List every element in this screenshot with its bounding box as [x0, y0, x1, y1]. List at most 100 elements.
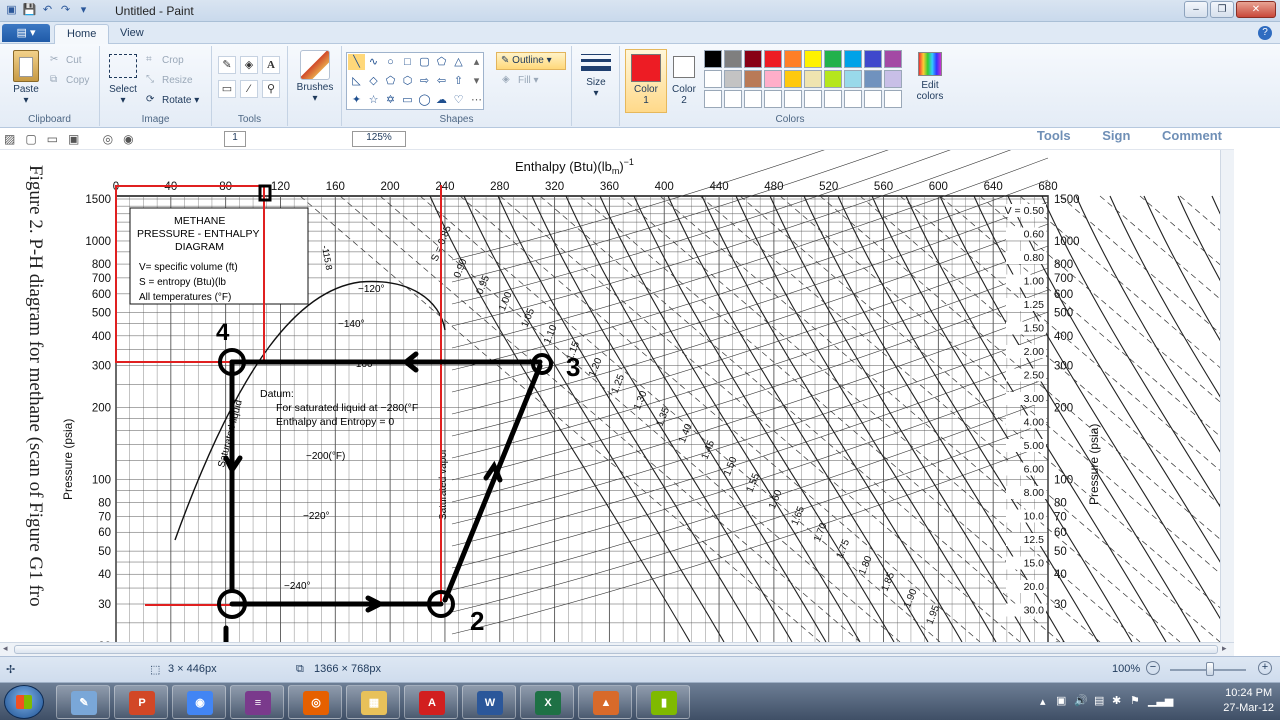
palette-swatch[interactable] — [724, 50, 742, 68]
five-point-star-shape-icon[interactable]: ☆ — [365, 92, 382, 108]
palette-swatch[interactable] — [824, 70, 842, 88]
palette-swatch[interactable] — [724, 70, 742, 88]
copy-button[interactable]: ⧉ Copy — [50, 74, 89, 87]
taskbar-explorer-button[interactable]: ▦ — [346, 685, 400, 719]
palette-swatch[interactable] — [884, 70, 902, 88]
palette-swatch[interactable] — [864, 50, 882, 68]
taskbar-excel-button[interactable]: X — [520, 685, 574, 719]
palette-swatch[interactable] — [784, 90, 802, 108]
redo-icon[interactable]: ↷ — [58, 3, 73, 18]
tab-view[interactable]: View — [108, 24, 156, 44]
device-icon[interactable]: ▤ — [1094, 694, 1104, 707]
taskbar-firefox-button[interactable]: ◎ — [288, 685, 342, 719]
palette-swatch[interactable] — [704, 50, 722, 68]
help-icon[interactable]: ? — [1258, 26, 1272, 40]
fill-bucket-icon[interactable]: ◈ — [240, 56, 258, 74]
right-arrow-shape-icon[interactable]: ⇨ — [416, 73, 433, 89]
scroll-left-icon[interactable]: ◂ — [3, 643, 8, 654]
palette-swatch[interactable] — [804, 70, 822, 88]
save-icon[interactable]: 💾 — [22, 3, 37, 18]
paint-menu-button[interactable]: ▤ ▾ — [2, 24, 50, 42]
close-button[interactable]: ✕ — [1236, 1, 1276, 18]
palette-swatch[interactable] — [784, 70, 802, 88]
palette-swatch[interactable] — [784, 50, 802, 68]
palette-swatch[interactable] — [744, 90, 762, 108]
palette-swatch[interactable] — [704, 70, 722, 88]
palette-swatch[interactable] — [764, 90, 782, 108]
hexagon-shape-icon[interactable]: ⬡ — [399, 73, 416, 89]
size-button[interactable]: Size ▾ — [576, 52, 616, 99]
palette-swatch[interactable] — [764, 70, 782, 88]
rectangle-shape-icon[interactable]: □ — [399, 54, 416, 70]
six-point-star-shape-icon[interactable]: ✡ — [382, 92, 399, 108]
taskbar-word-button[interactable]: W — [462, 685, 516, 719]
cut-button[interactable]: ✂ Cut — [50, 54, 82, 67]
taskbar-matlab-button[interactable]: ▲ — [578, 685, 632, 719]
scroll-right-icon[interactable]: ▸ — [1222, 643, 1227, 654]
magnifier-icon[interactable]: ⚲ — [262, 80, 280, 98]
taskbar-paint-button[interactable]: ✎ — [56, 685, 110, 719]
shapes-scroll-up-icon[interactable]: ▴ — [468, 54, 485, 70]
up-arrow-shape-icon[interactable]: ⇧ — [450, 73, 467, 89]
minimize-button[interactable]: – — [1184, 1, 1208, 18]
eraser-icon[interactable]: ▭ — [218, 80, 236, 98]
taskbar-acrobat-button[interactable]: A — [404, 685, 458, 719]
palette-swatch[interactable] — [704, 90, 722, 108]
palette-swatch[interactable] — [844, 50, 862, 68]
rotate-button[interactable]: ⟳ Rotate ▾ — [146, 94, 199, 107]
line-shape-icon[interactable]: ╲ — [348, 54, 365, 70]
palette-swatch[interactable] — [744, 70, 762, 88]
palette-swatch[interactable] — [864, 90, 882, 108]
left-arrow-shape-icon[interactable]: ⇦ — [433, 73, 450, 89]
select-button[interactable]: Select ▾ — [106, 54, 140, 106]
resize-button[interactable]: ⤡ Resize — [146, 74, 193, 87]
oval-shape-icon[interactable]: ○ — [382, 54, 399, 70]
bluetooth-icon[interactable]: ✱ — [1112, 694, 1121, 707]
palette-swatch[interactable] — [844, 70, 862, 88]
right-triangle-shape-icon[interactable]: ◺ — [348, 73, 365, 89]
heart-shape-icon[interactable]: ♡ — [450, 92, 467, 108]
fill-dropdown[interactable]: ◈ Fill ▾ — [502, 74, 539, 87]
palette-swatch[interactable] — [824, 90, 842, 108]
paste-button[interactable]: Paste ▾ — [6, 50, 46, 106]
pencil-icon[interactable]: ✎ — [218, 56, 236, 74]
taskbar-winrar-button[interactable]: ≡ — [230, 685, 284, 719]
horizontal-scrollbar[interactable]: ◂ ▸ — [0, 642, 1234, 656]
taskbar-charts-button[interactable]: ▮ — [636, 685, 690, 719]
crop-button[interactable]: ⌗ Crop — [146, 54, 184, 67]
palette-swatch[interactable] — [744, 50, 762, 68]
horizontal-scroll-thumb[interactable] — [14, 645, 1218, 654]
color1-button[interactable]: Color 1 — [625, 49, 667, 113]
color-picker-icon[interactable]: ⁄ — [240, 80, 258, 98]
palette-swatch[interactable] — [884, 50, 902, 68]
color2-button[interactable]: Color 2 — [666, 52, 702, 106]
action-center-flag-icon[interactable]: ⚑ — [1130, 694, 1140, 707]
tray-app-icon[interactable]: ▣ — [1056, 694, 1066, 707]
palette-swatch[interactable] — [824, 50, 842, 68]
undo-icon[interactable]: ↶ — [40, 3, 55, 18]
triangle-shape-icon[interactable]: △ — [450, 54, 467, 70]
rounded-rectangle-shape-icon[interactable]: ▢ — [416, 54, 433, 70]
paint-canvas[interactable]: Figure 2. P-H diagram for methane (scan … — [0, 150, 1220, 642]
palette-swatch[interactable] — [764, 50, 782, 68]
edit-colors-button[interactable]: Edit colors — [912, 52, 948, 102]
volume-icon[interactable]: 🔊 — [1074, 694, 1088, 707]
pentagon-shape-icon[interactable]: ⬠ — [382, 73, 399, 89]
zoom-in-button[interactable]: + — [1258, 661, 1272, 675]
cloud-callout-shape-icon[interactable]: ☁ — [433, 92, 450, 108]
callout-rect-shape-icon[interactable]: ▭ — [399, 92, 416, 108]
customize-qat-icon[interactable]: ▾ — [76, 3, 91, 18]
taskbar-chrome-button[interactable]: ◉ — [172, 685, 226, 719]
zoom-out-button[interactable]: − — [1146, 661, 1160, 675]
restore-button[interactable]: ❐ — [1210, 1, 1234, 18]
tray-expand-icon[interactable]: ▴ — [1040, 695, 1046, 708]
clock[interactable]: 10:24 PM 27-Mar-12 — [1223, 686, 1274, 716]
paint-app-icon[interactable]: ▣ — [4, 3, 19, 18]
palette-swatch[interactable] — [844, 90, 862, 108]
network-signal-icon[interactable]: ▁▃▅ — [1148, 694, 1173, 707]
start-button[interactable] — [4, 685, 44, 719]
callout-oval-shape-icon[interactable]: ◯ — [416, 92, 433, 108]
palette-swatch[interactable] — [864, 70, 882, 88]
tab-home[interactable]: Home — [54, 24, 110, 44]
shapes-more-icon[interactable]: ⋯ — [468, 92, 485, 108]
